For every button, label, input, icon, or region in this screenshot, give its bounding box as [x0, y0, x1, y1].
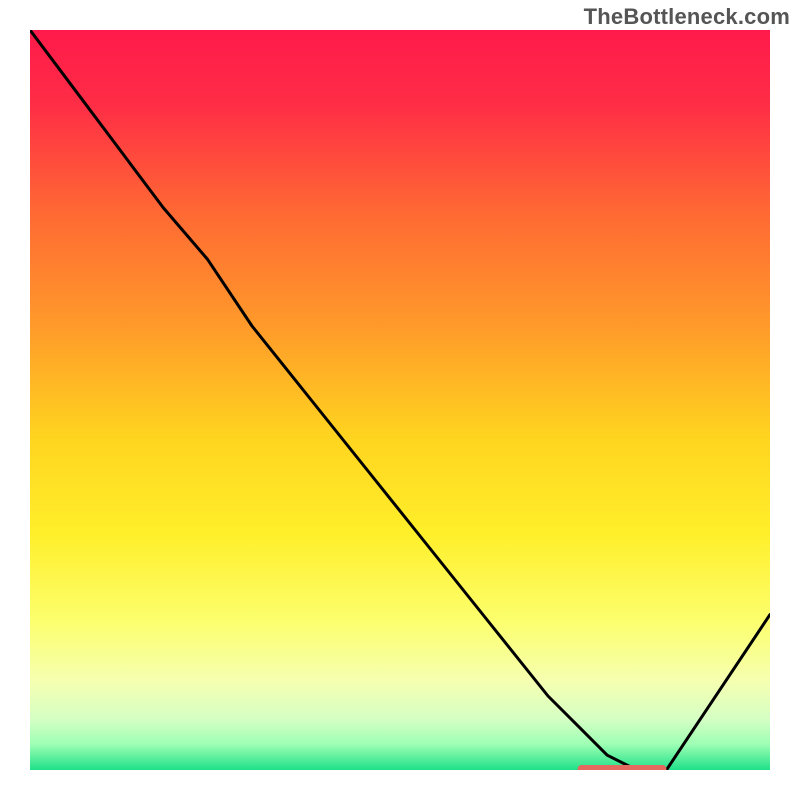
gradient-background	[30, 30, 770, 770]
optimum-marker	[578, 765, 667, 770]
bottleneck-chart	[30, 30, 770, 770]
chart-stage: TheBottleneck.com	[0, 0, 800, 800]
watermark-label: TheBottleneck.com	[584, 4, 790, 30]
plot-area	[30, 30, 770, 770]
